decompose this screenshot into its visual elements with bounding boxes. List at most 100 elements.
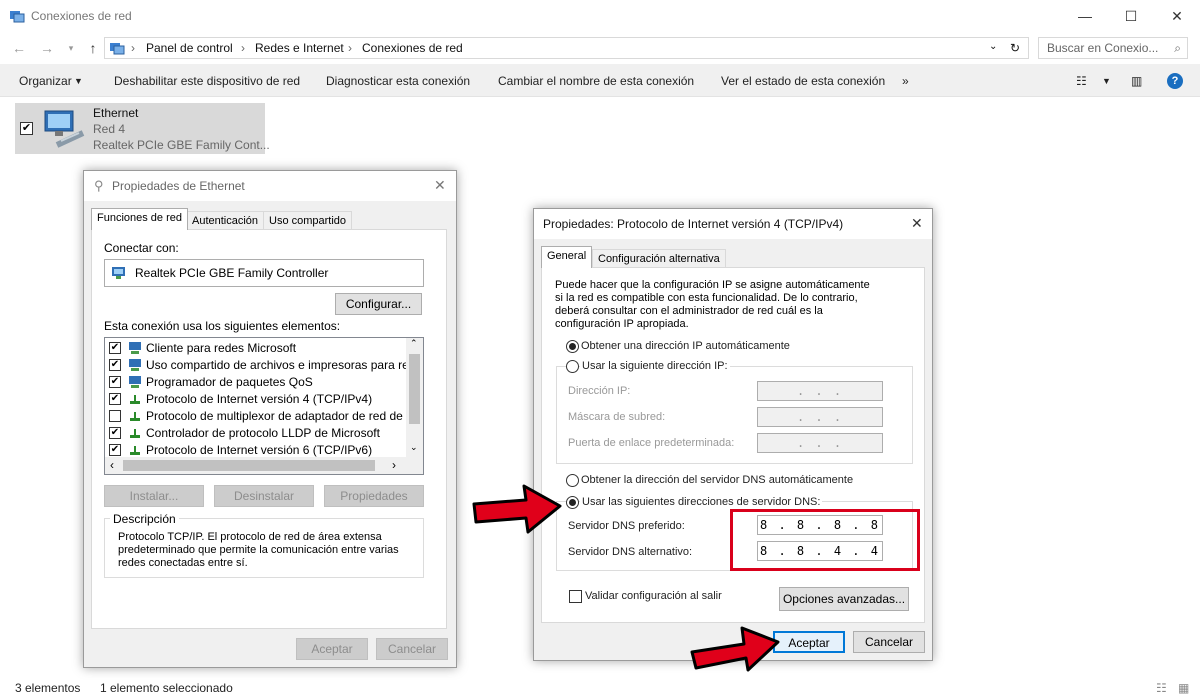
scroll-down-icon[interactable]: ⌄: [410, 442, 418, 453]
vertical-scrollbar[interactable]: ⌃ ⌄: [406, 338, 423, 457]
more-commands-icon[interactable]: »: [902, 74, 909, 88]
validate-checkbox[interactable]: [569, 590, 582, 603]
ip-address-label: Dirección IP:: [568, 385, 631, 397]
auto-dns-radio[interactable]: [566, 474, 579, 487]
ethernet-properties-dialog: ⚲ Propiedades de Ethernet ✕ Funciones de…: [83, 170, 457, 668]
manual-dns-label: Usar las siguientes direcciones de servi…: [580, 496, 823, 508]
scroll-up-icon[interactable]: ⌃: [410, 338, 418, 349]
status-bar: 3 elementos 1 elemento seleccionado ☷ ▦: [0, 678, 1200, 700]
breadcrumb-network-connections[interactable]: Conexiones de red: [362, 41, 463, 55]
scroll-thumb[interactable]: [123, 460, 375, 471]
network-service-icon: [129, 376, 141, 388]
back-icon[interactable]: ←: [10, 39, 28, 57]
item-checkbox[interactable]: [109, 410, 121, 422]
scroll-thumb[interactable]: [409, 354, 420, 424]
tab-sharing[interactable]: Uso compartido: [263, 211, 353, 229]
manual-ip-radio[interactable]: [566, 360, 579, 373]
ethernet-connection-item[interactable]: ✔ Ethernet Red 4 Realtek PCIe GBE Family…: [15, 103, 270, 154]
tab-authentication[interactable]: Autenticación: [186, 211, 265, 229]
tab-general[interactable]: General: [541, 246, 593, 268]
configure-button[interactable]: Configurar...: [335, 293, 422, 315]
organize-chevron-icon[interactable]: ▼: [74, 76, 83, 86]
address-dropdown-icon[interactable]: ⌄: [989, 41, 997, 52]
list-item-label: Controlador de protocolo LLDP de Microso…: [146, 426, 380, 440]
uninstall-button[interactable]: Desinstalar: [214, 485, 314, 507]
dialog-title: Propiedades: Protocolo de Internet versi…: [543, 217, 844, 231]
preferred-dns-label: Servidor DNS preferido:: [568, 520, 685, 532]
properties-button[interactable]: Propiedades: [324, 485, 424, 507]
disable-device-command[interactable]: Deshabilitar este dispositivo de red: [114, 74, 300, 88]
subnet-mask-label: Máscara de subred:: [568, 411, 666, 423]
help-icon[interactable]: ?: [1167, 73, 1183, 89]
search-icon: ⌕: [1174, 41, 1181, 55]
list-item-label: Protocolo de multiplexor de adaptador de…: [146, 409, 424, 423]
cancel-button[interactable]: Cancelar: [376, 638, 448, 660]
diagnose-command[interactable]: Diagnosticar esta conexión: [326, 74, 470, 88]
dialog-close-button[interactable]: ✕: [911, 215, 923, 232]
list-item-label: Cliente para redes Microsoft: [146, 341, 297, 355]
gateway-field[interactable]: . . .: [757, 433, 883, 453]
view-status-command[interactable]: Ver el estado de esta conexión: [721, 74, 885, 88]
intro-text: Puede hacer que la configuración IP se a…: [555, 279, 870, 330]
dialog-close-button[interactable]: ✕: [434, 177, 446, 194]
minimize-button[interactable]: —: [1062, 0, 1108, 32]
breadcrumb-control-panel[interactable]: Panel de control: [146, 41, 233, 55]
refresh-icon[interactable]: ↻: [1010, 41, 1020, 55]
advanced-options-button[interactable]: Opciones avanzadas...: [779, 587, 909, 611]
scroll-left-icon[interactable]: ‹: [110, 458, 114, 472]
adapter-field: Realtek PCIe GBE Family Controller: [104, 259, 424, 287]
auto-ip-radio[interactable]: [566, 340, 579, 353]
close-button[interactable]: ✕: [1154, 0, 1200, 32]
preview-pane-icon[interactable]: ▥: [1131, 74, 1142, 88]
install-button[interactable]: Instalar...: [104, 485, 204, 507]
details-view-icon[interactable]: ☷: [1156, 681, 1167, 695]
ok-button[interactable]: Aceptar: [773, 631, 845, 653]
connection-adapter: Realtek PCIe GBE Family Cont...: [93, 138, 270, 152]
ip-address-field[interactable]: . . .: [757, 381, 883, 401]
breadcrumb-separator: ›: [348, 41, 352, 55]
address-bar[interactable]: › Panel de control › Redes e Internet › …: [104, 37, 1029, 59]
search-input[interactable]: Buscar en Conexio... ⌕: [1038, 37, 1188, 59]
network-folder-icon: [10, 11, 25, 23]
protocol-icon: [130, 429, 140, 438]
tiles-view-icon[interactable]: ▦: [1178, 681, 1189, 695]
item-checkbox[interactable]: ✔: [109, 359, 121, 371]
ok-button[interactable]: Aceptar: [296, 638, 368, 660]
components-list: ✔ Cliente para redes Microsoft ✔ Uso compa…: [104, 337, 424, 475]
arrow-pointing-ok-button-icon: [690, 626, 780, 672]
organize-menu[interactable]: Organizar: [19, 74, 72, 88]
item-checkbox[interactable]: ✔: [109, 376, 121, 388]
auto-dns-label: Obtener la dirección del servidor DNS au…: [581, 474, 854, 486]
item-checkbox[interactable]: ✔: [20, 122, 33, 135]
view-chevron-icon[interactable]: ▼: [1102, 76, 1111, 86]
list-item-label: Protocolo de Internet versión 6 (TCP/IPv…: [146, 443, 373, 457]
dialog-title-bar: Propiedades: Protocolo de Internet versi…: [534, 209, 932, 239]
arrow-pointing-dns-radio-icon: [472, 484, 562, 534]
maximize-button[interactable]: ☐: [1108, 0, 1154, 32]
breadcrumb-network-internet[interactable]: Redes e Internet: [255, 41, 344, 55]
item-checkbox[interactable]: ✔: [109, 393, 121, 405]
adapter-title-icon: ⚲: [94, 178, 104, 193]
protocol-icon: [130, 412, 140, 421]
list-item-label: Protocolo de Internet versión 4 (TCP/IPv…: [146, 392, 373, 406]
item-checkbox[interactable]: ✔: [109, 342, 121, 354]
item-checkbox[interactable]: ✔: [109, 444, 121, 456]
item-count: 3 elementos: [15, 681, 81, 695]
list-item-label: Uso compartido de archivos e impresoras …: [146, 358, 424, 372]
adapter-name: Realtek PCIe GBE Family Controller: [135, 266, 329, 280]
forward-icon[interactable]: →: [38, 39, 56, 57]
view-options-icon[interactable]: ☷: [1076, 74, 1087, 88]
item-checkbox[interactable]: ✔: [109, 427, 121, 439]
dialog-title-bar: ⚲ Propiedades de Ethernet ✕: [84, 171, 456, 201]
cancel-button[interactable]: Cancelar: [853, 631, 925, 653]
manual-dns-radio[interactable]: [566, 496, 579, 509]
tab-networking[interactable]: Funciones de red: [91, 208, 188, 230]
recent-chevron-icon[interactable]: ▾: [62, 39, 80, 57]
tab-alternate-config[interactable]: Configuración alternativa: [592, 249, 726, 267]
scroll-right-icon[interactable]: ›: [392, 458, 396, 472]
up-icon[interactable]: ↑: [84, 39, 102, 57]
rename-command[interactable]: Cambiar el nombre de esta conexión: [498, 74, 694, 88]
subnet-mask-field[interactable]: . . .: [757, 407, 883, 427]
description-text: Protocolo TCP/IP. El protocolo de red de…: [118, 531, 399, 569]
horizontal-scrollbar[interactable]: ‹ ›: [105, 457, 423, 474]
